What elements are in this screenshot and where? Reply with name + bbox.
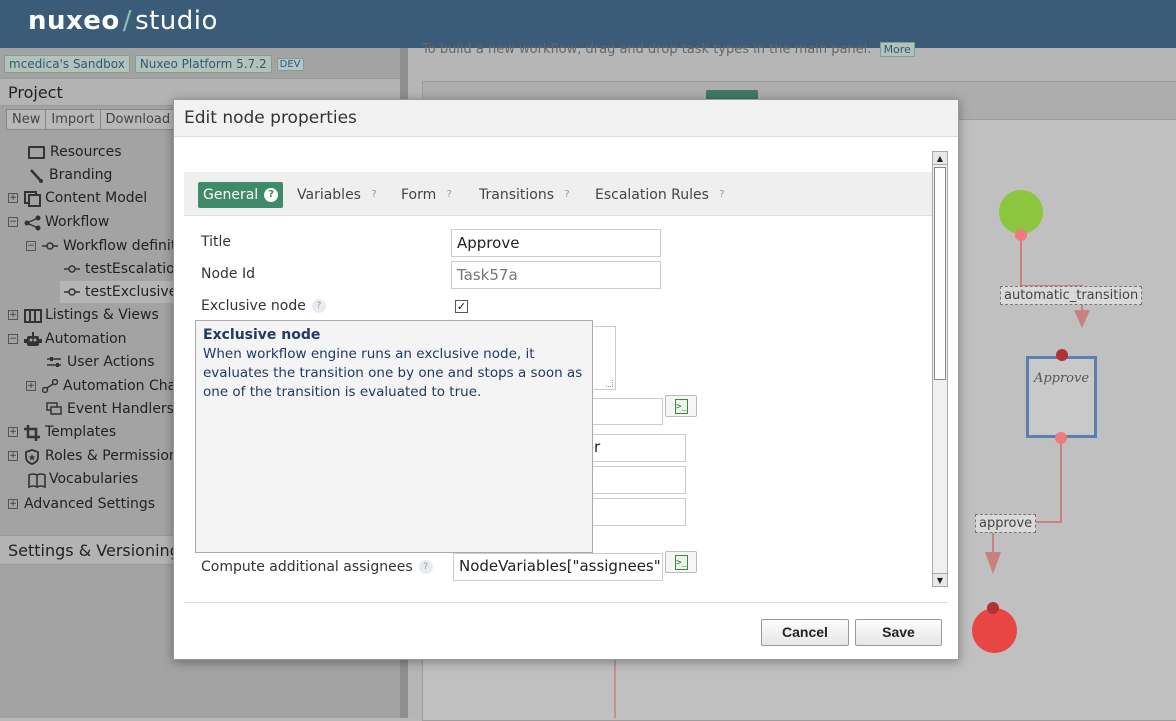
exclusive-node-tooltip: Exclusive node When workflow engine runs… — [195, 320, 593, 553]
end-node[interactable] — [972, 608, 1017, 653]
help-icon[interactable]: ? — [418, 560, 433, 574]
help-icon[interactable]: ? — [560, 188, 574, 202]
dialog-title[interactable]: Edit node properties — [174, 100, 958, 137]
compute-assignees-label: Compute additional assignees? — [201, 559, 433, 575]
compute-assignees-input[interactable]: NodeVariables["assignees"] — [453, 553, 663, 581]
exclusive-node-label: Exclusive node? — [201, 298, 326, 314]
tab-label: Transitions — [479, 187, 554, 203]
tab-escalation-rules[interactable]: Escalation Rules? — [590, 182, 734, 208]
tab-label: Form — [401, 187, 437, 203]
dialog-scrollbar[interactable]: ▲ ▼ — [932, 151, 948, 587]
tab-label: Variables — [297, 187, 361, 203]
tooltip-title: Exclusive node — [203, 327, 321, 343]
compute-assignees-text: Compute additional assignees — [201, 559, 413, 575]
node-id-input[interactable] — [451, 261, 661, 289]
cancel-button[interactable]: Cancel — [761, 619, 849, 646]
task-node-approve[interactable]: Approve — [1026, 356, 1097, 438]
tab-general[interactable]: General? — [198, 182, 284, 208]
scroll-thumb[interactable] — [934, 167, 946, 380]
description-textarea[interactable] — [594, 326, 616, 390]
dialog-footer-divider — [184, 602, 948, 603]
node-id-label: Node Id — [201, 266, 256, 282]
start-node[interactable] — [999, 190, 1043, 234]
tab-transitions[interactable]: Transitions? — [474, 182, 579, 208]
script-editor-button[interactable]: >_ — [665, 551, 697, 573]
start-node-output-port[interactable] — [1015, 229, 1027, 241]
scroll-up-icon[interactable]: ▲ — [933, 152, 947, 165]
transition-label-approve[interactable]: approve — [975, 514, 1037, 533]
exclusive-node-text: Exclusive node — [201, 298, 306, 314]
task-output-port[interactable] — [1055, 432, 1067, 444]
dialog-tabs: General? Variables? Form? Transitions? E… — [184, 172, 932, 216]
exclusive-node-checkbox[interactable]: ✓ — [455, 300, 468, 313]
terminal-icon: >_ — [675, 399, 688, 414]
help-icon[interactable]: ? — [264, 188, 279, 202]
help-icon[interactable]: ? — [311, 299, 326, 313]
help-icon[interactable]: ? — [715, 188, 729, 202]
save-button[interactable]: Save — [855, 619, 942, 646]
help-icon[interactable]: ? — [367, 188, 381, 202]
transition-label-automatic[interactable]: automatic_transition — [1000, 286, 1143, 305]
title-input[interactable] — [451, 229, 661, 257]
title-label: Title — [201, 234, 232, 250]
help-icon[interactable]: ? — [442, 188, 456, 202]
end-node-input-port[interactable] — [987, 602, 999, 614]
scroll-down-icon[interactable]: ▼ — [933, 573, 947, 586]
tab-form[interactable]: Form? — [396, 182, 461, 208]
tab-variables[interactable]: Variables? — [292, 182, 386, 208]
tooltip-body: When workflow engine runs an exclusive n… — [203, 346, 583, 400]
tab-label: Escalation Rules — [595, 187, 709, 203]
tab-label: General — [203, 187, 259, 203]
terminal-icon: >_ — [675, 555, 688, 570]
script-editor-button[interactable]: >_ — [665, 395, 697, 417]
task-input-port[interactable] — [1056, 349, 1068, 361]
